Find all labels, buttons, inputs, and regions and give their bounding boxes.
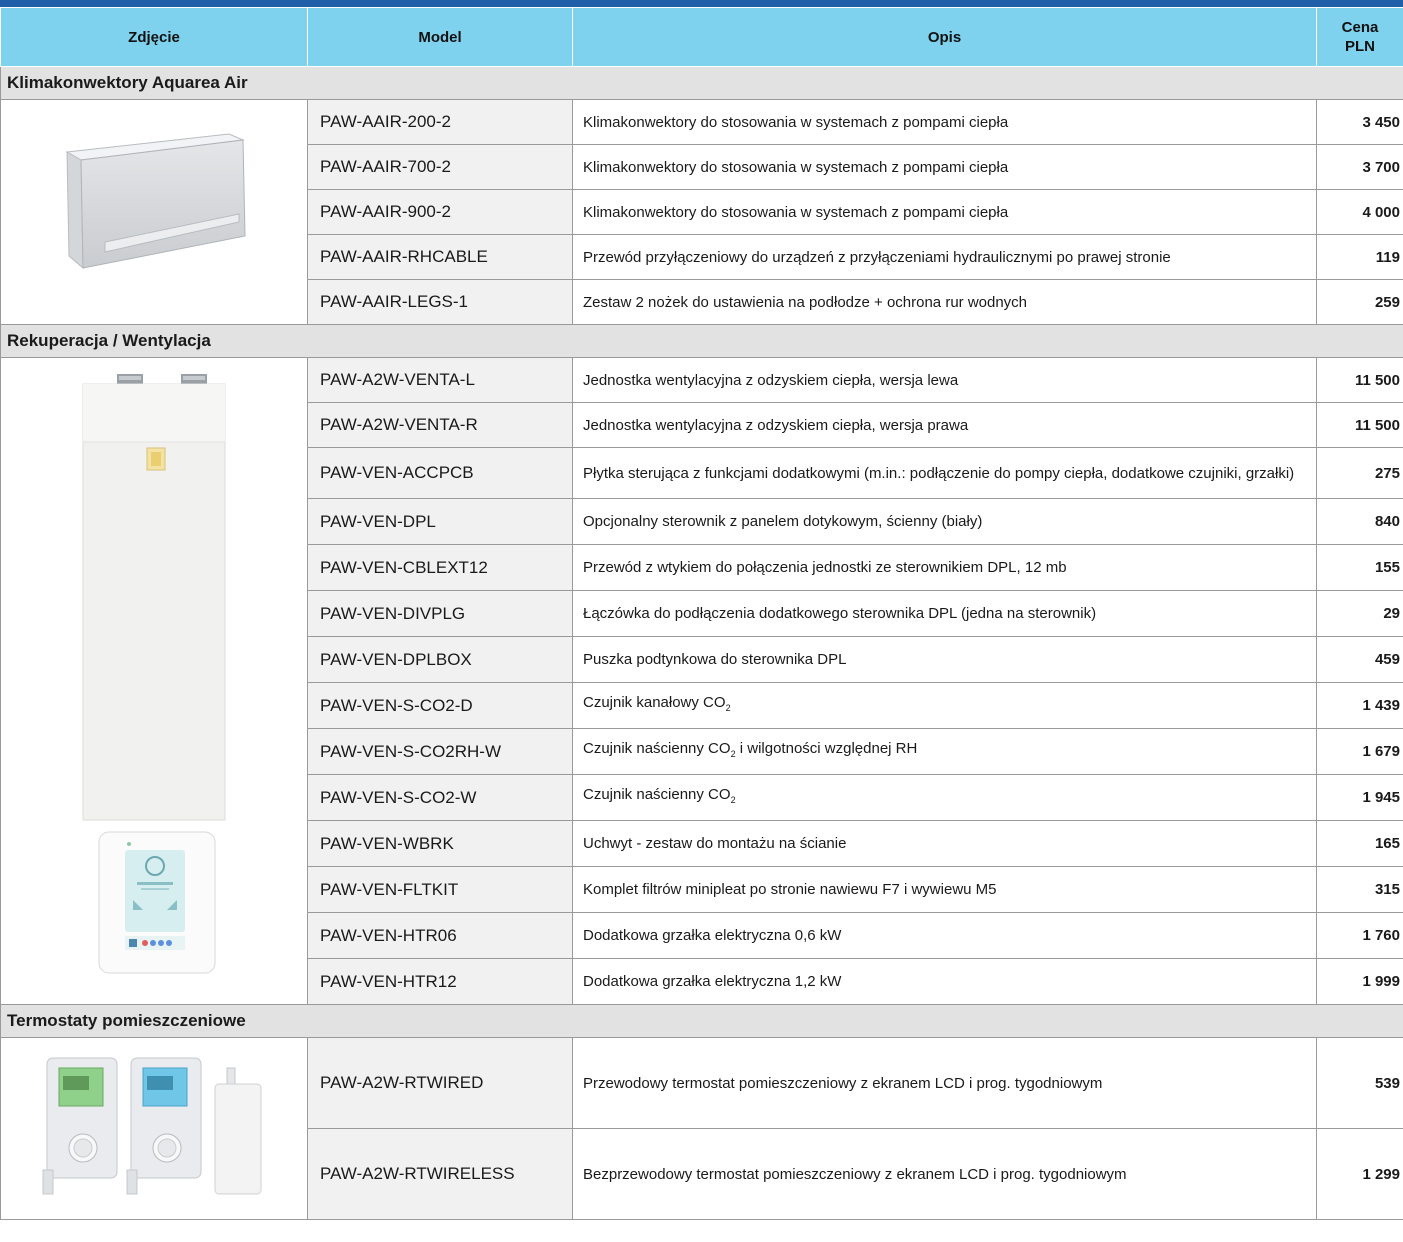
model-cell: PAW-AAIR-200-2 [307,99,573,145]
desc-cell: Klimakonwektory do stosowania w systemac… [572,189,1317,235]
desc-text: Czujnik naścienny CO [583,740,731,757]
model-cell: PAW-VEN-DPLBOX [307,636,573,683]
section-title: Rekuperacja / Wentylacja [0,324,1403,358]
price-cell: 3 700 [1316,144,1403,190]
photo-cell-fan-coil [0,99,308,325]
desc-cell: Bezprzewodowy termostat pomieszczeniowy … [572,1128,1317,1220]
desc-subscript: 2 [730,795,736,805]
price-cell: 1 679 [1316,728,1403,775]
desc-cell: Opcjonalny sterownik z panelem dotykowym… [572,498,1317,545]
section-row-fan-coils: Klimakonwektory Aquarea Air [0,66,1403,100]
desc-cell: Komplet filtrów minipleat po stronie naw… [572,866,1317,913]
model-cell: PAW-VEN-DIVPLG [307,590,573,637]
table-row: PAW-A2W-VENTA-L Jednostka wentylacyjna z… [0,357,1403,1005]
model-cell: PAW-A2W-RTWIRED [307,1037,573,1129]
price-cell: 1 439 [1316,682,1403,729]
price-cell: 275 [1316,447,1403,499]
table-row: PAW-A2W-RTWIRED Przewodowy termostat pom… [0,1037,1403,1220]
desc-text: Czujnik kanałowy CO [583,694,726,711]
model-cell: PAW-VEN-HTR06 [307,912,573,959]
col-header-price-line1: Cena [1341,19,1379,36]
price-cell: 155 [1316,544,1403,591]
desc-text-rest: i wilgotności względnej RH [735,740,918,757]
model-cell: PAW-AAIR-LEGS-1 [307,279,573,325]
price-cell: 459 [1316,636,1403,683]
desc-cell: Dodatkowa grzałka elektryczna 1,2 kW [572,958,1317,1005]
model-cell: PAW-VEN-S-CO2RH-W [307,728,573,775]
price-cell: 29 [1316,590,1403,637]
top-accent-bar [0,0,1403,7]
model-cell: PAW-VEN-ACCPCB [307,447,573,499]
model-cell: PAW-VEN-WBRK [307,820,573,867]
desc-cell: Jednostka wentylacyjna z odzyskiem ciepł… [572,402,1317,448]
price-cell: 259 [1316,279,1403,325]
fan-coil-image [65,133,246,270]
price-cell: 11 500 [1316,357,1403,403]
desc-cell: Puszka podtynkowa do sterownika DPL [572,636,1317,683]
price-cell: 315 [1316,866,1403,913]
thermostats-image [42,1057,262,1195]
model-cell: PAW-A2W-VENTA-L [307,357,573,403]
desc-cell: Klimakonwektory do stosowania w systemac… [572,144,1317,190]
col-header-price: Cena PLN [1316,7,1403,67]
section-title: Termostaty pomieszczeniowe [0,1004,1403,1038]
model-cell: PAW-AAIR-RHCABLE [307,234,573,280]
price-cell: 539 [1316,1037,1403,1129]
photo-cell-ventilation [0,357,308,1005]
touch-controller-image [98,831,216,974]
price-cell: 1 760 [1316,912,1403,959]
photo-cell-thermostats [0,1037,308,1220]
col-header-price-line2: PLN [1345,38,1375,55]
section-title: Klimakonwektory Aquarea Air [0,66,1403,100]
desc-cell: Łączówka do podłączenia dodatkowego ster… [572,590,1317,637]
price-cell: 11 500 [1316,402,1403,448]
col-header-model: Model [307,7,573,67]
ventilation-unit-image [82,374,226,821]
model-cell: PAW-VEN-S-CO2-W [307,774,573,821]
desc-cell: Uchwyt - zestaw do montażu na ścianie [572,820,1317,867]
model-cell: PAW-A2W-VENTA-R [307,402,573,448]
desc-cell: Klimakonwektory do stosowania w systemac… [572,99,1317,145]
model-cell: PAW-AAIR-900-2 [307,189,573,235]
price-cell: 840 [1316,498,1403,545]
desc-cell: Dodatkowa grzałka elektryczna 0,6 kW [572,912,1317,959]
price-cell: 4 000 [1316,189,1403,235]
desc-cell: Jednostka wentylacyjna z odzyskiem ciepł… [572,357,1317,403]
price-cell: 1 945 [1316,774,1403,821]
model-cell: PAW-VEN-S-CO2-D [307,682,573,729]
model-cell: PAW-VEN-FLTKIT [307,866,573,913]
price-cell: 165 [1316,820,1403,867]
desc-cell: Czujnik kanałowy CO2 [572,682,1317,729]
model-cell: PAW-VEN-HTR12 [307,958,573,1005]
desc-cell: Przewód z wtykiem do połączenia jednostk… [572,544,1317,591]
price-cell: 3 450 [1316,99,1403,145]
section-row-thermostats: Termostaty pomieszczeniowe [0,1004,1403,1038]
col-header-photo: Zdjęcie [0,7,308,67]
desc-cell: Przewód przyłączeniowy do urządzeń z prz… [572,234,1317,280]
model-cell: PAW-VEN-CBLEXT12 [307,544,573,591]
price-cell: 119 [1316,234,1403,280]
section-row-ventilation: Rekuperacja / Wentylacja [0,324,1403,358]
model-cell: PAW-AAIR-700-2 [307,144,573,190]
model-cell: PAW-VEN-DPL [307,498,573,545]
table-header-row: Zdjęcie Model Opis Cena PLN [0,7,1403,67]
table-row: PAW-AAIR-200-2 Klimakonwektory do stosow… [0,99,1403,325]
col-header-desc: Opis [572,7,1317,67]
price-cell: 1 299 [1316,1128,1403,1220]
desc-cell: Płytka sterująca z funkcjami dodatkowymi… [572,447,1317,499]
model-cell: PAW-A2W-RTWIRELESS [307,1128,573,1220]
desc-subscript: 2 [725,703,731,713]
desc-cell: Przewodowy termostat pomieszczeniowy z e… [572,1037,1317,1129]
price-list-table: Zdjęcie Model Opis Cena PLN Klimakonwekt… [0,7,1403,1220]
desc-text: Czujnik naścienny CO [583,786,731,803]
desc-cell: Czujnik naścienny CO2 [572,774,1317,821]
desc-cell: Czujnik naścienny CO2 i wilgotności wzgl… [572,728,1317,775]
price-cell: 1 999 [1316,958,1403,1005]
desc-cell: Zestaw 2 nożek do ustawienia na podłodze… [572,279,1317,325]
